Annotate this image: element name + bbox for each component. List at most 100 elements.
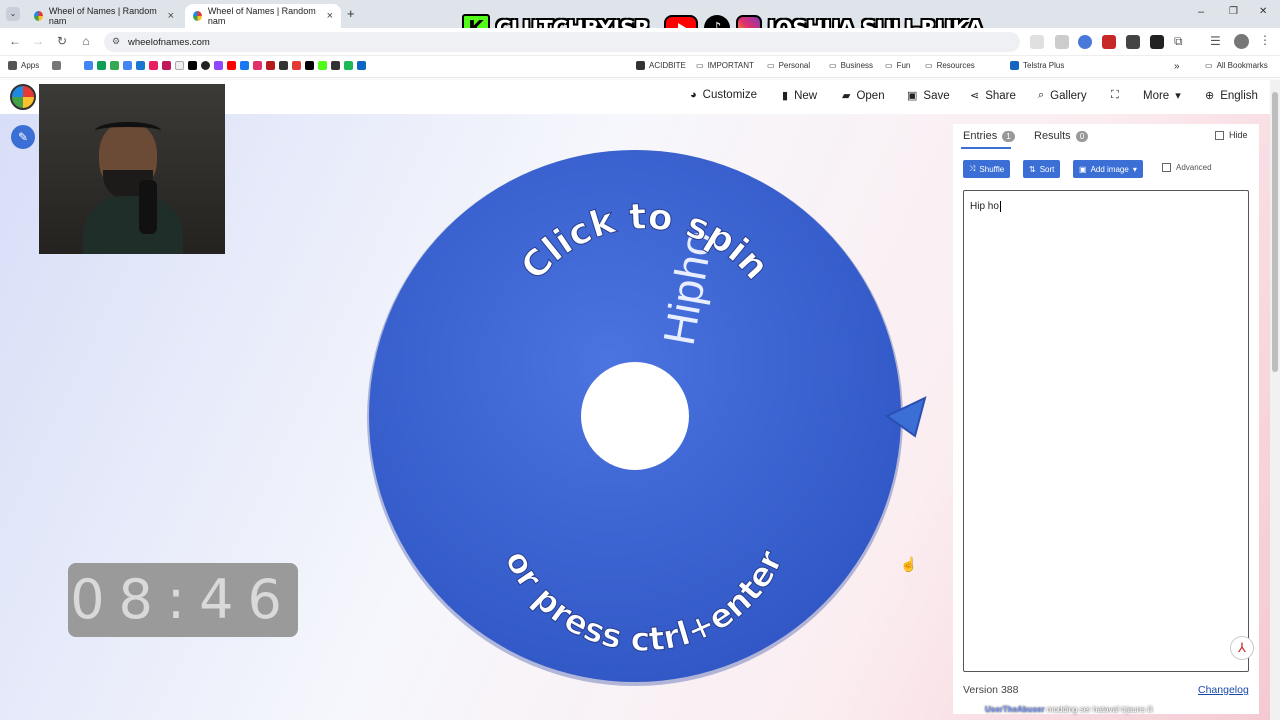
app-logo[interactable] <box>10 84 36 110</box>
bookmark-apps[interactable]: Apps <box>8 61 39 70</box>
open-button[interactable]: ▰ Open <box>842 89 885 103</box>
tab-entries[interactable]: Entries 1 <box>963 130 1015 142</box>
app-icon[interactable] <box>344 61 353 70</box>
bookmark-label: Fun <box>896 61 911 70</box>
minimize-button[interactable]: – <box>1198 6 1204 18</box>
close-tab-icon[interactable]: × <box>327 10 333 22</box>
bookmark-all[interactable]: ▭ All Bookmarks <box>1205 61 1268 70</box>
extension-icon[interactable] <box>1030 35 1044 49</box>
extensions-puzzle-icon[interactable]: ⧉ <box>1174 34 1183 49</box>
add-image-button[interactable]: ▣ Add image ▾ <box>1073 160 1143 178</box>
youtube-icon[interactable] <box>227 61 236 70</box>
browser-tab[interactable]: Wheel of Names | Random nam × <box>26 4 182 28</box>
add-image-label: Add image <box>1090 164 1129 174</box>
gallery-label: Gallery <box>1050 89 1087 102</box>
home-icon[interactable]: ⌂ <box>78 34 94 48</box>
browser-tab-active[interactable]: Wheel of Names | Random nam × <box>185 4 341 28</box>
restore-button[interactable]: ❐ <box>1229 6 1238 17</box>
shuffle-button[interactable]: ⤨ Shuffle <box>963 160 1011 178</box>
gallery-button[interactable]: ⌕ Gallery <box>1038 89 1087 102</box>
page-scrollbar[interactable] <box>1270 80 1280 720</box>
advanced-checkbox[interactable]: Advanced <box>1162 163 1212 172</box>
url-text: wheelofnames.com <box>128 36 210 48</box>
bookmarks-overflow-icon[interactable]: » <box>1174 61 1180 72</box>
folder-icon: ▭ <box>885 61 893 70</box>
app-icon[interactable] <box>175 61 184 70</box>
reading-list-icon[interactable]: ☰ <box>1210 34 1221 48</box>
new-button[interactable]: ▮ New <box>782 89 817 103</box>
hq-icon[interactable] <box>279 61 288 70</box>
bookmark-folder-personal[interactable]: ▭ Personal <box>767 61 810 70</box>
forward-icon[interactable]: → <box>30 34 46 48</box>
save-button[interactable]: ▣ Save <box>907 89 950 103</box>
edit-pencil-icon[interactable]: ✎ <box>11 125 35 149</box>
app-icon[interactable] <box>149 61 158 70</box>
app-icon[interactable] <box>266 61 275 70</box>
language-label: English <box>1220 89 1258 102</box>
extension-icon[interactable] <box>1150 35 1164 49</box>
tab-search-button[interactable]: ⌄ <box>6 7 20 21</box>
calc-icon[interactable] <box>110 61 119 70</box>
hide-checkbox[interactable]: Hide <box>1215 130 1248 140</box>
facebook-icon[interactable] <box>240 61 249 70</box>
sort-button[interactable]: ⇅ Sort <box>1023 160 1061 178</box>
wheel-center[interactable] <box>581 362 689 470</box>
docs-icon[interactable] <box>123 61 132 70</box>
customize-button[interactable]: ◕ Customize <box>690 89 757 101</box>
tab-results[interactable]: Results 0 <box>1034 130 1089 142</box>
changelog-link[interactable]: Changelog <box>1198 684 1249 696</box>
entries-textarea[interactable]: Hip ho <box>963 190 1249 672</box>
share-button[interactable]: ⋖ Share <box>970 89 1016 103</box>
palette-icon: ◕ <box>690 89 697 101</box>
close-tab-icon[interactable]: × <box>168 10 174 22</box>
bookmark-folder-business[interactable]: ▭ Business <box>829 61 873 70</box>
more-button[interactable]: More ▾ <box>1143 89 1181 103</box>
app-icon[interactable] <box>162 61 171 70</box>
bookmark-telstra-plus[interactable]: Telstra Plus <box>1010 61 1064 70</box>
telstra-icon <box>1010 61 1019 70</box>
site-info-icon[interactable]: ⚙ <box>112 36 120 47</box>
microphone-icon <box>139 180 157 234</box>
advanced-checkbox-box[interactable] <box>1162 163 1171 172</box>
bookmark-folder-fun[interactable]: ▭ Fun <box>885 61 910 70</box>
close-window-button[interactable]: ✕ <box>1259 6 1267 17</box>
bookmark-acidbite[interactable]: ACIDBITE <box>636 61 686 70</box>
pdf-extension-icon[interactable] <box>1102 35 1116 49</box>
new-tab-button[interactable]: + <box>347 6 355 21</box>
scrollbar-thumb[interactable] <box>1272 92 1278 372</box>
pdf-floating-icon[interactable]: ⅄ <box>1230 636 1254 660</box>
wheel-favicon-icon <box>34 11 43 21</box>
bookmark-folder-important[interactable]: ▭ IMPORTANT <box>696 61 754 70</box>
profile-avatar[interactable] <box>1234 34 1249 49</box>
browser-menu-icon[interactable]: ⋮ <box>1259 33 1271 47</box>
threads-icon[interactable] <box>201 61 210 70</box>
twitch-icon[interactable] <box>214 61 223 70</box>
extension-icon[interactable] <box>1078 35 1092 49</box>
instagram-icon[interactable] <box>253 61 262 70</box>
extension-icon[interactable] <box>1055 35 1069 49</box>
linkedin-icon[interactable] <box>357 61 366 70</box>
hide-checkbox-box[interactable] <box>1215 130 1224 140</box>
app-icon[interactable] <box>292 61 301 70</box>
text-caret <box>999 201 1001 212</box>
address-bar[interactable]: ⚙ wheelofnames.com <box>104 32 1020 52</box>
wheel[interactable]: Hipho Click to spin or press ctrl+enter <box>355 140 935 700</box>
more-label: More <box>1143 89 1170 102</box>
app-icon[interactable] <box>331 61 340 70</box>
sort-icon: ⇅ <box>1029 164 1036 174</box>
reload-icon[interactable]: ↻ <box>54 34 70 48</box>
sheets-icon[interactable] <box>97 61 106 70</box>
calendar-icon[interactable] <box>136 61 145 70</box>
tiktok-icon[interactable] <box>188 61 197 70</box>
back-icon[interactable]: ← <box>7 34 23 48</box>
drive-icon[interactable] <box>84 61 93 70</box>
bookmark-grid[interactable] <box>52 61 61 70</box>
kick-icon[interactable] <box>318 61 327 70</box>
language-button[interactable]: ⊕ English <box>1205 89 1258 103</box>
extension-icon[interactable] <box>1126 35 1140 49</box>
acidbite-icon <box>636 61 645 70</box>
bookmark-folder-resources[interactable]: ▭ Resources <box>925 61 975 70</box>
active-tab-indicator <box>961 147 1011 149</box>
x-icon[interactable] <box>305 61 314 70</box>
fullscreen-button[interactable]: ⛶ <box>1111 89 1119 102</box>
